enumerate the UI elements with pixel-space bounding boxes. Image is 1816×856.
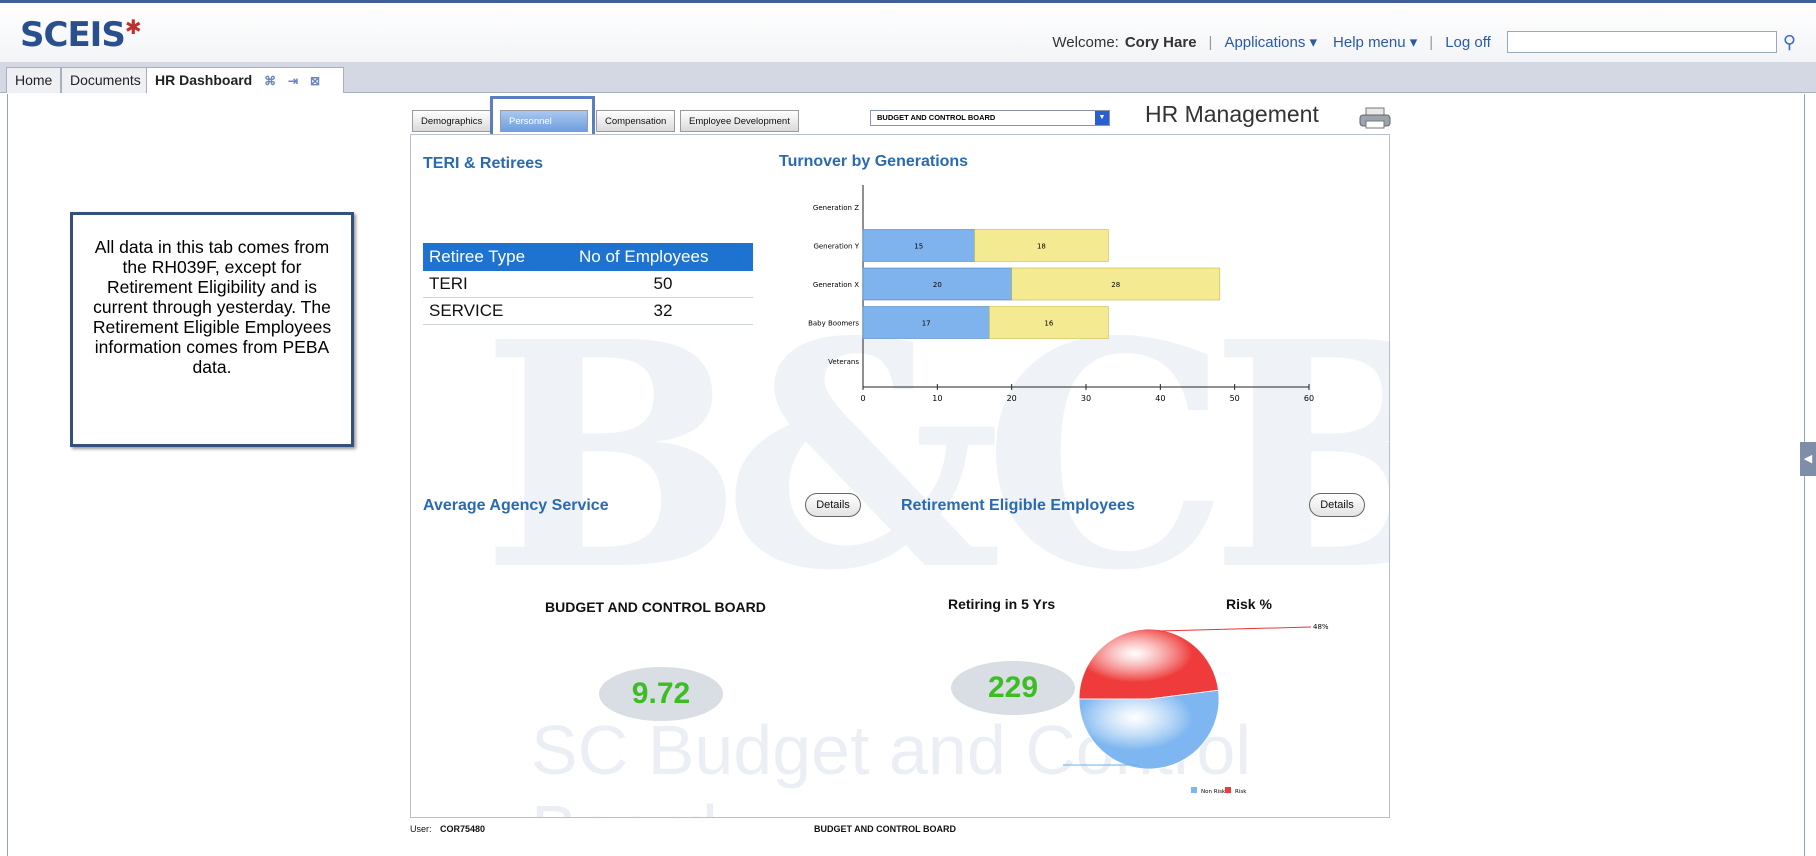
footer-user: COR75480 bbox=[440, 824, 486, 834]
sceis-logo[interactable]: SCEIS✱ bbox=[20, 15, 142, 55]
col-retiree-type: Retiree Type bbox=[423, 243, 573, 271]
footer-agency: BUDGET AND CONTROL BOARD bbox=[814, 824, 956, 834]
dashboard-title: HR Management bbox=[1145, 101, 1319, 127]
legend-label: Risk bbox=[1235, 789, 1247, 795]
x-tick-label: 60 bbox=[1304, 394, 1314, 403]
divider: | bbox=[1208, 33, 1213, 51]
cell-count: 32 bbox=[573, 297, 753, 325]
category-label: Generation X bbox=[813, 281, 859, 289]
annotation-note: All data in this tab comes from the RH03… bbox=[70, 212, 354, 447]
tab-demographics[interactable]: Demographics bbox=[412, 110, 492, 132]
avg-service-details-button[interactable]: Details bbox=[805, 493, 861, 517]
x-tick-label: 50 bbox=[1230, 394, 1240, 403]
x-tick-label: 40 bbox=[1155, 394, 1165, 403]
category-label: Veterans bbox=[828, 358, 859, 366]
tab-employee-development[interactable]: Employee Development bbox=[680, 110, 799, 132]
caret-down-icon: ▾ bbox=[1409, 34, 1418, 51]
footer: User: COR75480 BUDGET AND CONTROL BOARD bbox=[410, 824, 1390, 834]
footer-user-label: User: bbox=[410, 824, 432, 834]
avg-service-title: Average Agency Service bbox=[423, 497, 609, 514]
risk-label: Risk % bbox=[1226, 596, 1272, 612]
retiring-value: 229 bbox=[951, 661, 1075, 715]
leader-line-risk bbox=[1158, 626, 1312, 632]
collapse-panel-button[interactable]: ◀ bbox=[1800, 442, 1816, 476]
tab-compensation[interactable]: Compensation bbox=[596, 110, 676, 132]
risk-pie-chart: 48%52%Non RiskRisk bbox=[1063, 623, 1329, 795]
divider: | bbox=[1429, 33, 1434, 51]
bar-value-label: 20 bbox=[933, 281, 942, 289]
teri-title: TERI & Retirees bbox=[423, 155, 544, 172]
table-header-row: Retiree Type No of Employees bbox=[423, 243, 753, 271]
col-no-employees: No of Employees bbox=[573, 243, 753, 271]
bar-value-label: 17 bbox=[922, 320, 931, 328]
legend-swatch bbox=[1191, 787, 1197, 793]
applications-menu[interactable]: Applications ▾ bbox=[1224, 33, 1317, 51]
legend-label: Non Risk bbox=[1201, 789, 1226, 795]
turnover-chart: 0 10 20 30 40 50 60 Generation Z Generation Y 15 1… bbox=[808, 185, 1314, 403]
retiring-label: Retiring in 5 Yrs bbox=[948, 596, 1056, 612]
bar-value-label: 18 bbox=[1037, 243, 1046, 251]
slice-label-risk: 48% bbox=[1313, 623, 1329, 631]
hr-dashboard: Demographics Personnel Compensation Empl… bbox=[410, 96, 1392, 838]
portal-tab-strip: Home Documents HR Dashboard ⌘ ⇥ ⊠ bbox=[0, 62, 1816, 93]
log-off-link[interactable]: Log off bbox=[1445, 34, 1491, 51]
legend-swatch bbox=[1225, 787, 1231, 793]
tab-documents[interactable]: Documents bbox=[61, 67, 150, 93]
cell-count: 50 bbox=[573, 271, 753, 298]
frame-border-left bbox=[7, 94, 8, 856]
detach-icon[interactable]: ⇥ bbox=[288, 74, 298, 88]
dashboard-content: B&CB SC Budget and Control Board TERI & … bbox=[410, 134, 1390, 818]
retirement-details-button[interactable]: Details bbox=[1309, 493, 1365, 517]
caret-down-icon: ▾ bbox=[1309, 34, 1318, 51]
retirement-title: Retirement Eligible Employees bbox=[901, 497, 1135, 514]
search-icon[interactable]: ⚲ bbox=[1783, 32, 1796, 53]
tab-home[interactable]: Home bbox=[6, 67, 62, 93]
category-label: Generation Y bbox=[813, 243, 859, 251]
top-nav: Welcome: Cory Hare | Applications ▾ Help… bbox=[1052, 31, 1796, 53]
avg-service-value: 9.72 bbox=[599, 667, 723, 721]
x-tick-label: 20 bbox=[1007, 394, 1017, 403]
close-tab-icon[interactable]: ⊠ bbox=[310, 74, 320, 88]
cell-type: TERI bbox=[423, 271, 573, 298]
x-tick-label: 10 bbox=[932, 394, 942, 403]
x-tick-label: 30 bbox=[1081, 394, 1091, 403]
category-label: Generation Z bbox=[813, 204, 859, 212]
retiree-table: Retiree Type No of Employees TERI 50 SER… bbox=[423, 243, 753, 325]
bar-value-label: 28 bbox=[1111, 281, 1120, 289]
tab-hr-dashboard[interactable]: HR Dashboard ⌘ ⇥ ⊠ bbox=[146, 67, 344, 93]
table-row: TERI 50 bbox=[423, 271, 753, 298]
dropdown-arrow-icon[interactable]: ▼ bbox=[1095, 111, 1109, 125]
table-row: SERVICE 32 bbox=[423, 297, 753, 325]
printer-icon[interactable] bbox=[1358, 106, 1392, 130]
help-menu[interactable]: Help menu ▾ bbox=[1333, 33, 1417, 51]
bar-value-label: 16 bbox=[1044, 320, 1053, 328]
bar-value-label: 15 bbox=[914, 243, 923, 251]
x-tick-label: 0 bbox=[860, 394, 865, 403]
agency-name-label: BUDGET AND CONTROL BOARD bbox=[545, 599, 766, 615]
pin-icon[interactable]: ⌘ bbox=[264, 74, 276, 88]
logo-star-icon: ✱ bbox=[124, 15, 142, 39]
top-bar: SCEIS✱ Welcome: Cory Hare | Applications… bbox=[0, 0, 1816, 62]
user-name: Cory Hare bbox=[1124, 33, 1197, 51]
category-label: Baby Boomers bbox=[808, 320, 859, 328]
pie-slice-risk bbox=[1078, 628, 1219, 700]
pie-slice-non-risk bbox=[1078, 689, 1220, 770]
search-input[interactable] bbox=[1506, 31, 1777, 53]
welcome-label: Welcome: bbox=[1052, 33, 1119, 51]
agency-select[interactable]: BUDGET AND CONTROL BOARD ▼ bbox=[870, 110, 1110, 126]
cell-type: SERVICE bbox=[423, 297, 573, 325]
